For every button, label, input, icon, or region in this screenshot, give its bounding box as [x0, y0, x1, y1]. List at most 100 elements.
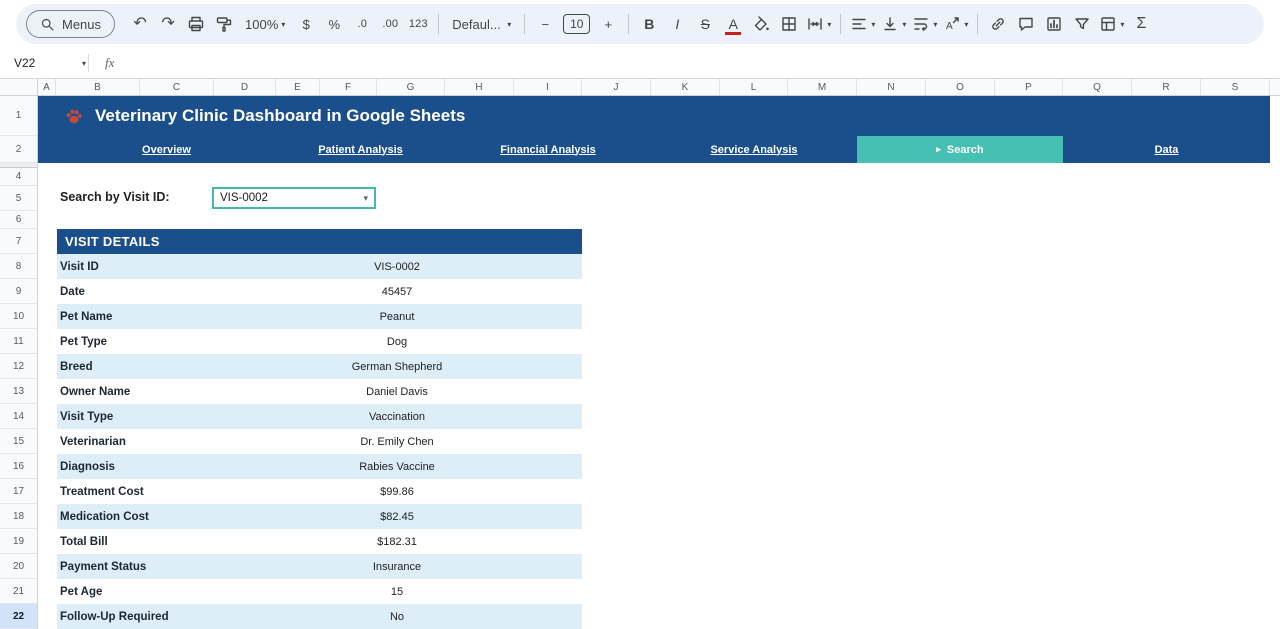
detail-label[interactable]: Veterinarian: [57, 436, 297, 448]
column-header-B[interactable]: B: [56, 79, 140, 95]
redo-button[interactable]: ↷: [155, 11, 181, 37]
column-header-E[interactable]: E: [276, 79, 320, 95]
row-header-14[interactable]: 14: [0, 404, 37, 429]
detail-label[interactable]: Date: [57, 286, 297, 298]
detail-label[interactable]: Pet Name: [57, 311, 297, 323]
tab-service-analysis[interactable]: Service Analysis: [651, 136, 857, 163]
detail-label[interactable]: Pet Age: [57, 586, 297, 598]
search-by-visit-id-label[interactable]: Search by Visit ID:: [60, 190, 170, 204]
column-header-S[interactable]: S: [1201, 79, 1270, 95]
detail-value[interactable]: Rabies Vaccine: [297, 461, 497, 473]
font-select[interactable]: Defaul... ▾: [446, 11, 517, 37]
detail-label[interactable]: Total Bill: [57, 536, 297, 548]
column-header-G[interactable]: G: [377, 79, 445, 95]
strikethrough-button[interactable]: S: [692, 11, 718, 37]
row-header-20[interactable]: 20: [0, 554, 37, 579]
row-header-10[interactable]: 10: [0, 304, 37, 329]
italic-button[interactable]: I: [664, 11, 690, 37]
functions-button[interactable]: Σ: [1128, 11, 1154, 37]
column-header-O[interactable]: O: [926, 79, 995, 95]
column-header-R[interactable]: R: [1132, 79, 1201, 95]
insert-link-button[interactable]: [985, 11, 1011, 37]
row-header-6[interactable]: 6: [0, 211, 37, 229]
row-header-15[interactable]: 15: [0, 429, 37, 454]
row-header-8[interactable]: 8: [0, 254, 37, 279]
row-header-18[interactable]: 18: [0, 504, 37, 529]
decrease-decimal-button[interactable]: .0: [349, 11, 375, 37]
visit-details-header[interactable]: VISIT DETAILS: [57, 229, 582, 254]
dashboard-banner[interactable]: Veterinary Clinic Dashboard in Google Sh…: [38, 96, 1270, 136]
detail-value[interactable]: 45457: [297, 286, 497, 298]
column-header-D[interactable]: D: [214, 79, 276, 95]
detail-label[interactable]: Breed: [57, 361, 297, 373]
merge-cells-button[interactable]: ▾: [804, 11, 833, 37]
column-header-F[interactable]: F: [320, 79, 377, 95]
more-formats-button[interactable]: 123: [405, 11, 431, 37]
row-header-11[interactable]: 11: [0, 329, 37, 354]
create-filter-button[interactable]: [1069, 11, 1095, 37]
row-header-19[interactable]: 19: [0, 529, 37, 554]
row-header-13[interactable]: 13: [0, 379, 37, 404]
column-header-L[interactable]: L: [720, 79, 788, 95]
row-header-16[interactable]: 16: [0, 454, 37, 479]
format-percent-button[interactable]: %: [321, 11, 347, 37]
detail-value[interactable]: Peanut: [297, 311, 497, 323]
column-header-C[interactable]: C: [140, 79, 214, 95]
detail-value[interactable]: No: [297, 611, 497, 623]
select-all-corner[interactable]: [0, 79, 38, 95]
zoom-control[interactable]: 100% ▾: [239, 11, 291, 37]
tab-overview[interactable]: Overview: [57, 136, 276, 163]
row-header-21[interactable]: 21: [0, 579, 37, 604]
detail-label[interactable]: Medication Cost: [57, 511, 297, 523]
column-header-A[interactable]: A: [38, 79, 56, 95]
tab-patient-analysis[interactable]: Patient Analysis: [276, 136, 445, 163]
detail-value[interactable]: VIS-0002: [297, 261, 497, 273]
detail-label[interactable]: Follow-Up Required: [57, 611, 297, 623]
visit-id-dropdown[interactable]: VIS-0002 ▾: [212, 187, 376, 209]
row-header-17[interactable]: 17: [0, 479, 37, 504]
text-wrap-button[interactable]: ▾: [910, 11, 939, 37]
undo-button[interactable]: ↶: [127, 11, 153, 37]
print-button[interactable]: [183, 11, 209, 37]
tab-financial-analysis[interactable]: Financial Analysis: [445, 136, 651, 163]
row-header-12[interactable]: 12: [0, 354, 37, 379]
text-color-button[interactable]: A: [720, 11, 746, 37]
row-header-4[interactable]: 4: [0, 168, 37, 186]
tab-data[interactable]: Data: [1063, 136, 1270, 163]
column-header-K[interactable]: K: [651, 79, 720, 95]
text-rotation-button[interactable]: A ▾: [941, 11, 970, 37]
detail-value[interactable]: $82.45: [297, 511, 497, 523]
row-header-9[interactable]: 9: [0, 279, 37, 304]
column-header-N[interactable]: N: [857, 79, 926, 95]
decrease-font-size-button[interactable]: −: [532, 11, 558, 37]
column-header-M[interactable]: M: [788, 79, 857, 95]
detail-value[interactable]: $99.86: [297, 486, 497, 498]
detail-value[interactable]: Daniel Davis: [297, 386, 497, 398]
detail-label[interactable]: Visit ID: [57, 261, 297, 273]
vertical-align-button[interactable]: ▾: [879, 11, 908, 37]
format-currency-button[interactable]: $: [293, 11, 319, 37]
detail-label[interactable]: Owner Name: [57, 386, 297, 398]
menus-button[interactable]: Menus: [26, 10, 115, 38]
insert-chart-button[interactable]: [1041, 11, 1067, 37]
tab-search[interactable]: ▸Search: [857, 136, 1063, 163]
paint-format-button[interactable]: [211, 11, 237, 37]
column-header-P[interactable]: P: [995, 79, 1063, 95]
column-header-H[interactable]: H: [445, 79, 514, 95]
column-header-Q[interactable]: Q: [1063, 79, 1132, 95]
detail-label[interactable]: Treatment Cost: [57, 486, 297, 498]
fill-color-button[interactable]: [748, 11, 774, 37]
horizontal-align-button[interactable]: ▾: [848, 11, 877, 37]
detail-label[interactable]: Visit Type: [57, 411, 297, 423]
column-header-I[interactable]: I: [514, 79, 582, 95]
column-header-J[interactable]: J: [582, 79, 651, 95]
detail-label[interactable]: Pet Type: [57, 336, 297, 348]
detail-value[interactable]: Dog: [297, 336, 497, 348]
bold-button[interactable]: B: [636, 11, 662, 37]
increase-font-size-button[interactable]: +: [595, 11, 621, 37]
row-header-2[interactable]: 2: [0, 136, 37, 163]
detail-label[interactable]: Payment Status: [57, 561, 297, 573]
insert-comment-button[interactable]: [1013, 11, 1039, 37]
table-views-button[interactable]: ▾: [1097, 11, 1126, 37]
row-header-22[interactable]: 22: [0, 604, 37, 629]
